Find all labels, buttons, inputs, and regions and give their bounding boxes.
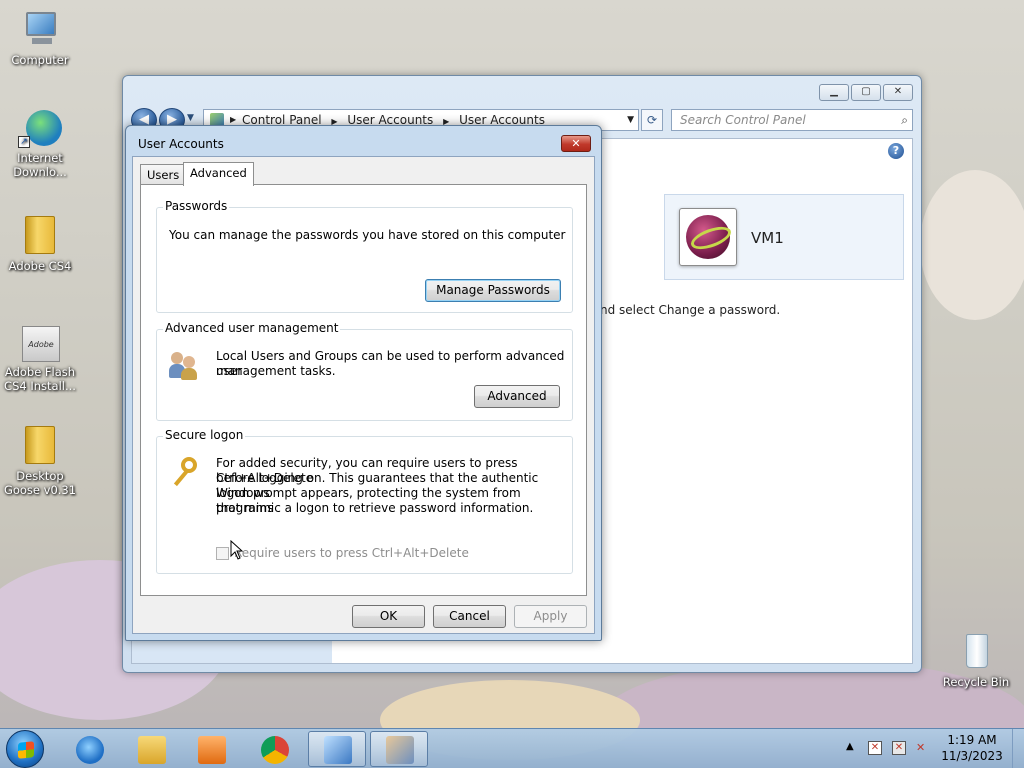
globe-download-icon: ↗ [18, 108, 62, 148]
advanced-button[interactable]: Advanced [474, 385, 560, 408]
user-picture [679, 208, 737, 266]
window-caption-buttons: ▁ ▢ ✕ [819, 84, 913, 101]
desktop-icon-adobe-flash-installer[interactable]: Adobe Adobe Flash CS4 Install... [2, 322, 78, 393]
user-accounts-dialog: User Accounts ✕ Users Advanced Passwords… [125, 125, 602, 641]
tab-advanced[interactable]: Advanced [183, 162, 254, 186]
password-hint-text: nd select Change a password. [600, 303, 781, 317]
recent-pages-dropdown[interactable]: ▼ [187, 113, 194, 123]
folder-icon [18, 426, 62, 466]
desktop-icon-recycle-bin[interactable]: Recycle Bin [938, 632, 1014, 689]
mouse-cursor-icon [230, 540, 244, 560]
control-panel-icon [324, 736, 352, 764]
tab-users[interactable]: Users [140, 164, 187, 185]
dialog-title: User Accounts [138, 137, 224, 151]
recycle-bin-icon [954, 632, 998, 672]
desktop-icon-label: Internet Downlo... [13, 151, 67, 179]
passwords-description: You can manage the passwords you have st… [169, 228, 566, 242]
address-dropdown-icon[interactable]: ▼ [627, 110, 634, 130]
installer-box-icon: Adobe [18, 322, 62, 362]
advanced-user-management-line2: management tasks. [216, 364, 336, 378]
users-group-icon [386, 736, 414, 764]
show-desktop-button[interactable] [1012, 729, 1024, 768]
dialog-close-button[interactable]: ✕ [561, 135, 591, 152]
adobe-badge: Adobe [22, 326, 60, 362]
desktop-icon-desktop-goose[interactable]: Desktop Goose v0.31 [2, 426, 78, 497]
volume-icon[interactable]: ✕ [916, 741, 930, 755]
close-button[interactable]: ✕ [883, 84, 913, 101]
wallpaper-shape [920, 170, 1024, 320]
folder-icon [138, 736, 166, 764]
cancel-button[interactable]: Cancel [433, 605, 506, 628]
user-name: VM1 [751, 229, 784, 247]
help-icon[interactable]: ? [888, 143, 904, 159]
secure-logon-title: Secure logon [163, 428, 246, 442]
passwords-group-title: Passwords [163, 199, 230, 213]
taskbar-control-panel[interactable] [308, 731, 366, 767]
maximize-button[interactable]: ▢ [851, 84, 881, 101]
desktop-icon-label: Desktop Goose v0.31 [3, 469, 77, 497]
desktop-icon-adobe-cs4[interactable]: Adobe CS4 [2, 216, 78, 273]
key-icon [167, 455, 201, 489]
action-center-icon[interactable]: ✕ [868, 741, 882, 755]
desktop-icon-label: Computer [11, 53, 69, 67]
taskbar-internet-explorer[interactable] [60, 731, 118, 767]
taskbar-chrome[interactable] [245, 731, 303, 767]
secure-logon-line4: that mimic a logon to retrieve password … [216, 501, 534, 515]
manage-passwords-button[interactable]: Manage Passwords [425, 279, 561, 302]
ok-button[interactable]: OK [352, 605, 425, 628]
computer-icon [18, 10, 62, 50]
desktop-icon-label: Adobe Flash CS4 Install... [4, 365, 76, 393]
media-player-icon [198, 736, 226, 764]
system-clock[interactable]: 1:19 AM 11/3/2023 [932, 732, 1012, 764]
internet-explorer-icon [76, 736, 104, 764]
dialog-body: Users Advanced Passwords You can manage … [132, 156, 595, 634]
desktop-icon-internet-download-manager[interactable]: ↗ Internet Downlo... [2, 108, 78, 179]
search-input[interactable]: Search Control Panel ⌕ [671, 109, 913, 131]
secure-logon-group: Secure logon For added security, you can… [156, 428, 573, 574]
network-icon[interactable]: ✕ [892, 741, 906, 755]
minimize-button[interactable]: ▁ [819, 84, 849, 101]
user-account-tile[interactable]: VM1 [664, 194, 904, 280]
advanced-user-management-title: Advanced user management [163, 321, 341, 335]
clock-date: 11/3/2023 [941, 749, 1003, 763]
start-button[interactable] [6, 730, 44, 768]
advanced-tab-panel: Passwords You can manage the passwords y… [140, 184, 587, 596]
taskbar-windows-explorer[interactable] [122, 731, 180, 767]
refresh-button[interactable]: ⟳ [641, 109, 663, 131]
taskbar-media-player[interactable] [182, 731, 240, 767]
folder-icon [18, 216, 62, 256]
require-ctrl-alt-delete-checkbox[interactable] [216, 547, 229, 560]
apply-button: Apply [514, 605, 587, 628]
require-ctrl-alt-delete-label[interactable]: Require users to press Ctrl+Alt+Delete [234, 546, 469, 560]
advanced-user-management-group: Advanced user management Local Users and… [156, 321, 573, 421]
search-placeholder: Search Control Panel [680, 113, 806, 127]
search-icon[interactable]: ⌕ [901, 110, 908, 130]
desktop-icon-computer[interactable]: Computer [2, 10, 78, 67]
chrome-icon [261, 736, 289, 764]
tray-overflow-icon[interactable]: ▲ [846, 741, 854, 752]
desktop-icon-label: Adobe CS4 [8, 259, 72, 273]
clock-time: 1:19 AM [947, 733, 997, 747]
users-group-icon [169, 350, 201, 380]
passwords-group: Passwords You can manage the passwords y… [156, 199, 573, 313]
taskbar-user-accounts[interactable] [370, 731, 428, 767]
desktop-icon-label: Recycle Bin [942, 675, 1010, 689]
taskbar: ▲ ✕ ✕ ✕ 1:19 AM 11/3/2023 [0, 728, 1024, 768]
